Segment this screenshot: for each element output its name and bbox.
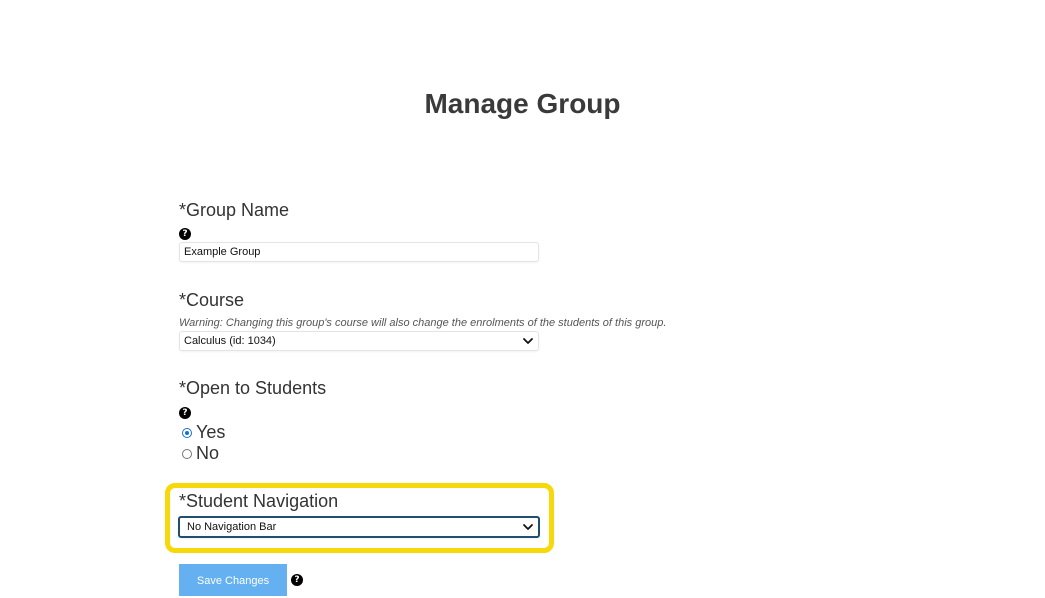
radio-option-yes[interactable]: Yes <box>182 422 225 443</box>
radio-yes[interactable] <box>182 427 192 438</box>
chevron-down-icon <box>523 338 533 344</box>
radio-no-label: No <box>196 443 220 463</box>
student-navigation-label: *Student Navigation <box>179 491 339 511</box>
group-name-input[interactable] <box>179 242 539 262</box>
course-select-value: Calculus (id: 1034) <box>184 335 276 347</box>
course-warning-text: Warning: Changing this group's course wi… <box>179 317 667 329</box>
question-circle-icon[interactable]: ? <box>179 228 191 240</box>
page-title: Manage Group <box>424 88 621 119</box>
group-name-label: *Group Name <box>179 200 290 220</box>
open-to-students-label: *Open to Students <box>179 378 327 398</box>
course-label: *Course <box>179 290 245 310</box>
radio-option-no[interactable]: No <box>182 443 219 464</box>
student-navigation-select-value: No Navigation Bar <box>187 521 277 533</box>
question-circle-icon[interactable]: ? <box>179 407 191 419</box>
save-changes-button[interactable]: Save Changes <box>179 564 287 596</box>
student-navigation-select[interactable]: No Navigation Bar <box>178 516 540 538</box>
radio-yes-label: Yes <box>196 422 226 442</box>
radio-no[interactable] <box>182 448 192 459</box>
question-circle-icon[interactable]: ? <box>291 574 303 586</box>
chevron-down-icon <box>523 524 533 530</box>
course-select[interactable]: Calculus (id: 1034) <box>179 331 539 351</box>
